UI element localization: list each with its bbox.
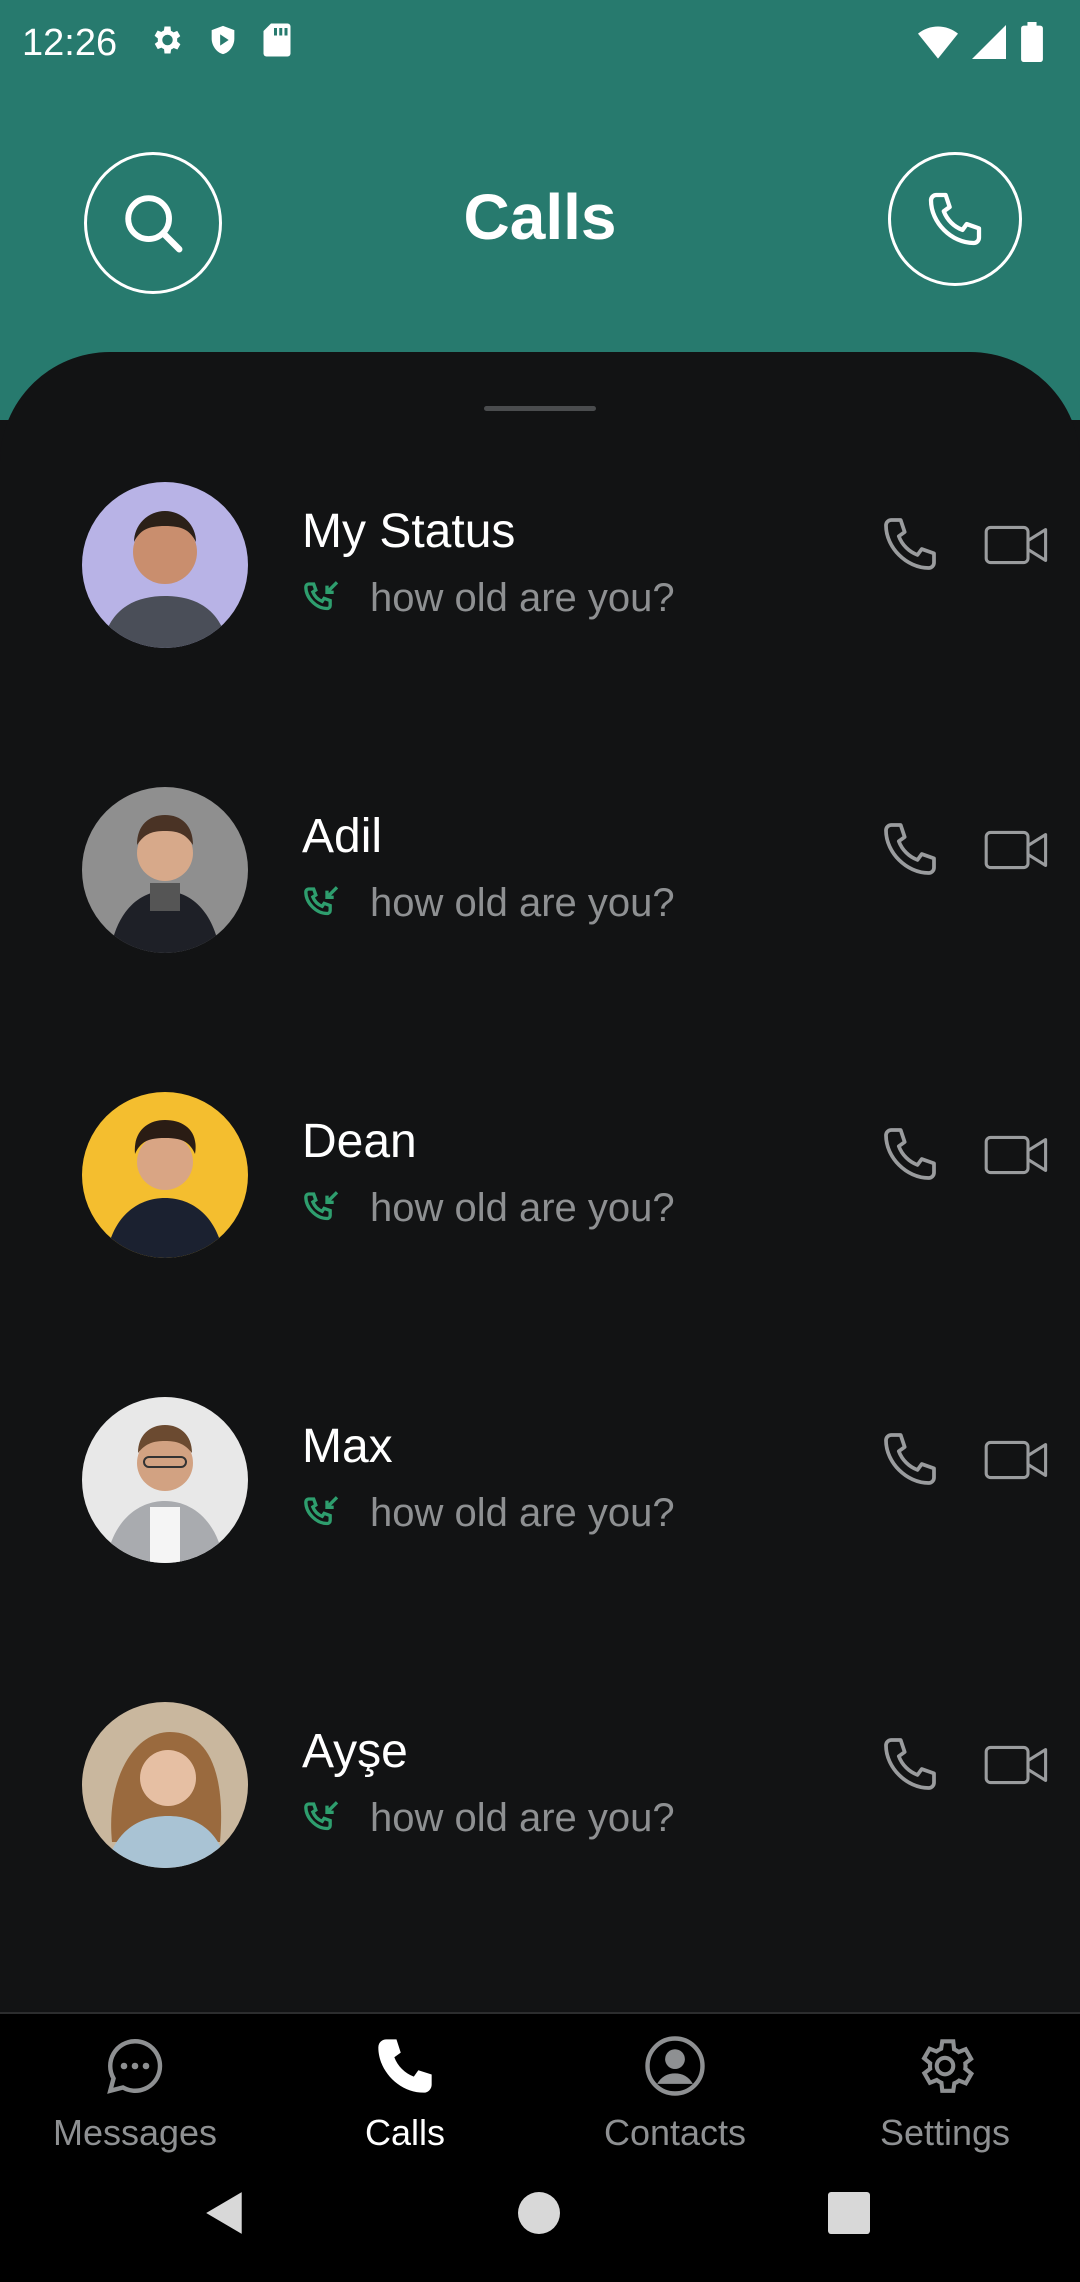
nav-label: Contacts — [603, 2112, 747, 2153]
bottom-navigation: Messages Calls Contacts Settings — [0, 2012, 1080, 2282]
voice-call-icon[interactable] — [878, 512, 942, 576]
last-message: how old are you? — [370, 1186, 675, 1230]
recents-icon[interactable] — [828, 2192, 870, 2234]
voice-call-icon[interactable] — [878, 1732, 942, 1796]
battery-icon — [1021, 22, 1043, 62]
incoming-call-icon — [304, 1495, 339, 1525]
video-call-icon[interactable] — [984, 520, 1050, 570]
video-call-icon[interactable] — [984, 1130, 1050, 1180]
signal-icon — [972, 25, 1006, 59]
avatar — [82, 482, 248, 648]
voice-call-icon[interactable] — [878, 817, 942, 881]
nav-settings[interactable]: Settings — [810, 2026, 1080, 2166]
status-time: 12:26 — [22, 22, 118, 64]
nav-contacts[interactable]: Contacts — [540, 2026, 810, 2166]
sd-card-status-icon — [263, 23, 291, 57]
nav-calls[interactable]: Calls — [270, 2026, 540, 2166]
avatar — [82, 1702, 248, 1868]
shield-play-status-icon — [211, 25, 235, 55]
chat-bubble-icon — [107, 2039, 163, 2094]
new-call-button[interactable] — [888, 152, 1022, 286]
call-row[interactable]: My Status how old are you? — [0, 452, 1080, 652]
back-icon[interactable] — [204, 2190, 246, 2236]
nav-label: Messages — [52, 2112, 218, 2153]
status-bar: 12:26 — [0, 0, 1080, 90]
last-message: how old are you? — [370, 881, 675, 925]
video-call-icon[interactable] — [984, 1740, 1050, 1790]
account-circle-icon — [645, 2036, 705, 2096]
system-navigation-bar — [0, 2180, 1080, 2250]
avatar — [82, 787, 248, 953]
home-icon[interactable] — [518, 2192, 560, 2234]
incoming-call-icon — [304, 1190, 339, 1220]
settings-status-icon — [154, 26, 181, 54]
call-row[interactable]: Ayşe how old are you? — [0, 1672, 1080, 1872]
last-message: how old are you? — [370, 576, 675, 620]
call-row[interactable]: Max how old are you? — [0, 1367, 1080, 1567]
nav-label: Calls — [364, 2112, 445, 2153]
contact-name: Adil — [302, 810, 383, 863]
last-message: how old are you? — [370, 1491, 675, 1535]
video-call-icon[interactable] — [984, 1435, 1050, 1485]
gear-icon — [921, 2039, 975, 2093]
sheet-drag-handle[interactable] — [484, 406, 596, 411]
incoming-call-icon — [304, 885, 339, 915]
contact-name: My Status — [302, 505, 516, 558]
contact-name: Max — [302, 1420, 393, 1473]
video-call-icon[interactable] — [984, 825, 1050, 875]
call-row[interactable]: Adil how old are you? — [0, 757, 1080, 957]
voice-call-icon[interactable] — [878, 1122, 942, 1186]
incoming-call-icon — [304, 1800, 339, 1830]
incoming-call-icon — [304, 580, 339, 610]
avatar — [82, 1397, 248, 1563]
nav-label: Settings — [879, 2112, 1011, 2153]
contact-name: Dean — [302, 1115, 417, 1168]
phone-icon — [928, 192, 982, 246]
voice-call-icon[interactable] — [878, 1427, 942, 1491]
call-row[interactable]: Dean how old are you? — [0, 1062, 1080, 1262]
avatar — [82, 1092, 248, 1258]
nav-messages[interactable]: Messages — [0, 2026, 270, 2166]
contact-name: Ayşe — [302, 1725, 408, 1778]
phone-icon — [378, 2039, 432, 2093]
last-message: how old are you? — [370, 1796, 675, 1840]
wifi-icon — [918, 26, 958, 59]
